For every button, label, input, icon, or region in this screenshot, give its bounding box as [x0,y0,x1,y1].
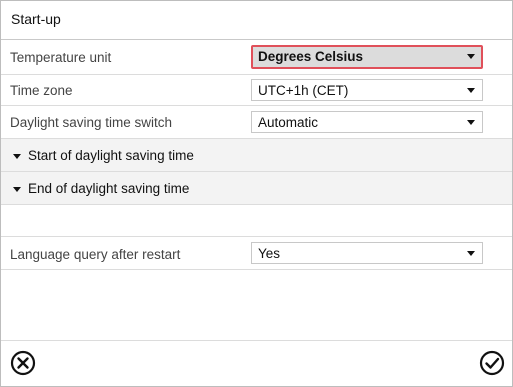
circle-check-icon [479,350,505,376]
time-zone-label: Time zone [10,83,73,98]
language-query-value: Yes [258,246,281,261]
row-time-zone: Time zone UTC+1h (CET) [1,75,512,106]
dialog-title: Start-up [11,11,61,27]
cancel-button[interactable] [10,350,36,376]
row-temperature-unit: Temperature unit Degrees Celsius [1,40,512,75]
row-language-query: Language query after restart Yes [1,237,512,270]
temperature-unit-select[interactable]: Degrees Celsius [251,45,483,69]
confirm-button[interactable] [479,350,505,376]
language-query-select[interactable]: Yes [251,242,483,264]
end-dst-label: End of daylight saving time [28,181,190,196]
chevron-down-icon [467,54,475,59]
title-bar: Start-up [1,1,512,40]
caret-down-icon [13,186,21,192]
startup-dialog: Start-up Temperature unit Degrees Celsiu… [0,0,513,387]
language-query-label: Language query after restart [10,247,181,262]
chevron-down-icon [467,251,475,256]
row-dst-switch: Daylight saving time switch Automatic [1,106,512,139]
start-dst-expander-label-wrap: Start of daylight saving time [13,148,194,163]
circle-x-icon [10,350,36,376]
temperature-unit-value: Degrees Celsius [258,49,364,64]
end-dst-expander[interactable]: End of daylight saving time [1,172,512,205]
end-dst-expander-label-wrap: End of daylight saving time [13,181,189,196]
footer-divider [1,340,512,341]
time-zone-value: UTC+1h (CET) [258,83,349,98]
dst-switch-value: Automatic [258,115,319,130]
dst-switch-select[interactable]: Automatic [251,111,483,133]
start-dst-label: Start of daylight saving time [28,148,194,163]
chevron-down-icon [467,120,475,125]
time-zone-select[interactable]: UTC+1h (CET) [251,79,483,101]
dst-switch-label: Daylight saving time switch [10,115,173,130]
start-dst-expander[interactable]: Start of daylight saving time [1,139,512,172]
temperature-unit-label: Temperature unit [10,50,112,65]
chevron-down-icon [467,88,475,93]
spacer-row [1,205,512,237]
caret-down-icon [13,153,21,159]
